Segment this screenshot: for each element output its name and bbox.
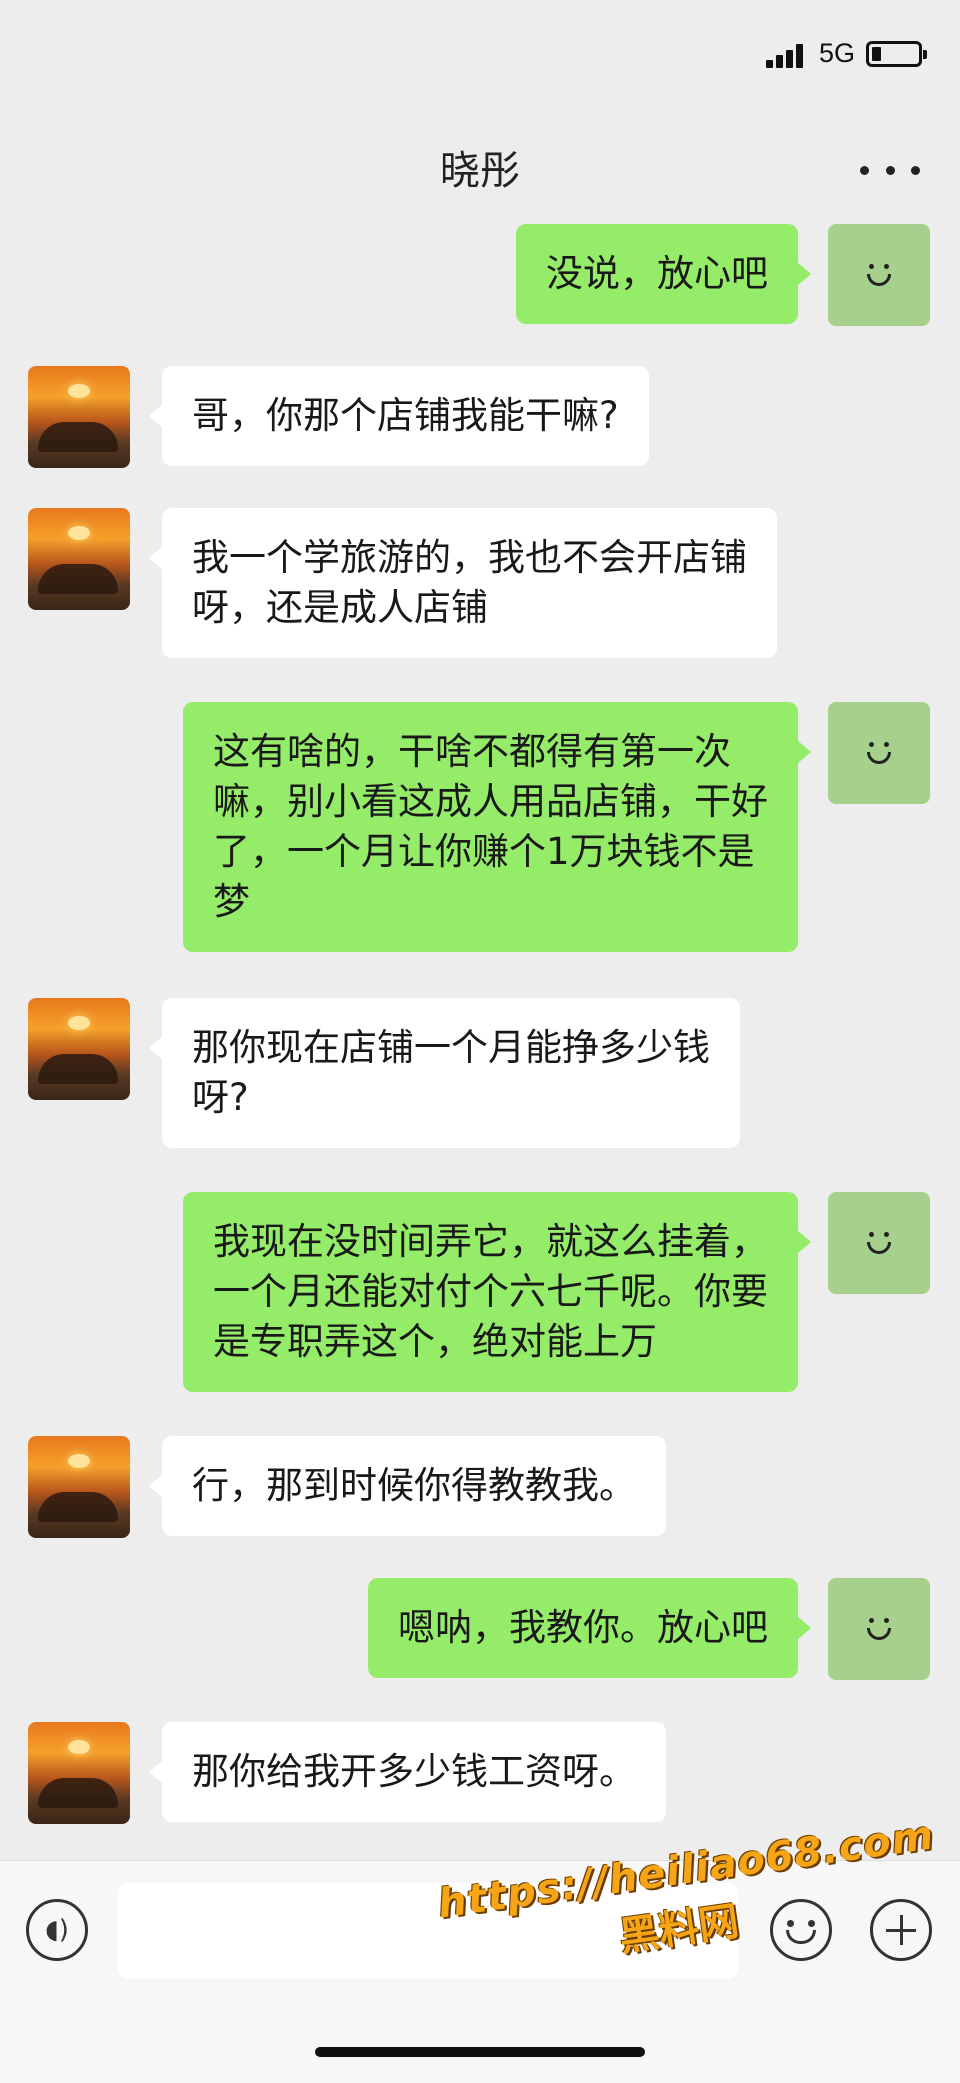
avatar[interactable] bbox=[28, 998, 130, 1100]
status-bar: 5G bbox=[0, 0, 960, 110]
message-bubble[interactable]: 我一个学旅游的，我也不会开店铺 呀，还是成人店铺 bbox=[149, 508, 777, 658]
message-row-in: 行，那到时候你得教教我。 bbox=[0, 1436, 960, 1538]
network-type: 5G bbox=[818, 38, 855, 68]
message-row-in: 我一个学旅游的，我也不会开店铺 呀，还是成人店铺 bbox=[0, 508, 960, 660]
message-row-in: 那你给我开多少钱工资呀。 bbox=[0, 1722, 960, 1824]
more-icon[interactable] bbox=[860, 150, 920, 190]
chat-header: 晓彤 bbox=[0, 110, 960, 220]
avatar[interactable] bbox=[828, 224, 930, 326]
voice-icon[interactable]: ◖) bbox=[26, 1899, 88, 1961]
avatar[interactable] bbox=[28, 366, 130, 468]
avatar[interactable] bbox=[828, 1578, 930, 1680]
message-bubble[interactable]: 我现在没时间弄它，就这么挂着， 一个月还能对付个六七千呢。你要 是专职弄这个，绝… bbox=[183, 1192, 811, 1392]
message-row-out: 没说，放心吧 bbox=[0, 224, 960, 326]
avatar[interactable] bbox=[28, 508, 130, 610]
smile-icon bbox=[864, 742, 894, 764]
smile-icon bbox=[864, 1232, 894, 1254]
battery-icon bbox=[866, 41, 927, 67]
message-bubble[interactable]: 行，那到时候你得教教我。 bbox=[149, 1436, 666, 1536]
message-row-out: 嗯呐，我教你。放心吧 bbox=[0, 1578, 960, 1680]
message-bubble[interactable]: 那你给我开多少钱工资呀。 bbox=[149, 1722, 666, 1822]
message-bubble[interactable]: 嗯呐，我教你。放心吧 bbox=[368, 1578, 811, 1678]
message-bubble[interactable]: 这有啥的，干啥不都得有第一次 嘛，别小看这成人用品店铺，干好 了，一个月让你赚个… bbox=[183, 702, 811, 952]
message-bubble[interactable]: 哥，你那个店铺我能干嘛? bbox=[149, 366, 649, 466]
avatar[interactable] bbox=[828, 702, 930, 804]
chat-title: 晓彤 bbox=[440, 148, 520, 194]
message-bubble[interactable]: 那你现在店铺一个月能挣多少钱 呀? bbox=[149, 998, 740, 1148]
message-row-in: 那你现在店铺一个月能挣多少钱 呀? bbox=[0, 998, 960, 1150]
signal-icon bbox=[766, 44, 810, 68]
avatar[interactable] bbox=[28, 1436, 130, 1538]
message-bubble[interactable]: 没说，放心吧 bbox=[516, 224, 811, 324]
smile-icon bbox=[864, 264, 894, 286]
message-row-out: 我现在没时间弄它，就这么挂着， 一个月还能对付个六七千呢。你要 是专职弄这个，绝… bbox=[0, 1192, 960, 1396]
message-row-in: 哥，你那个店铺我能干嘛? bbox=[0, 366, 960, 468]
home-indicator[interactable] bbox=[315, 2047, 645, 2057]
message-row-out: 这有啥的，干啥不都得有第一次 嘛，别小看这成人用品店铺，干好 了，一个月让你赚个… bbox=[0, 702, 960, 956]
smile-icon bbox=[864, 1618, 894, 1640]
avatar[interactable] bbox=[828, 1192, 930, 1294]
avatar[interactable] bbox=[28, 1722, 130, 1824]
